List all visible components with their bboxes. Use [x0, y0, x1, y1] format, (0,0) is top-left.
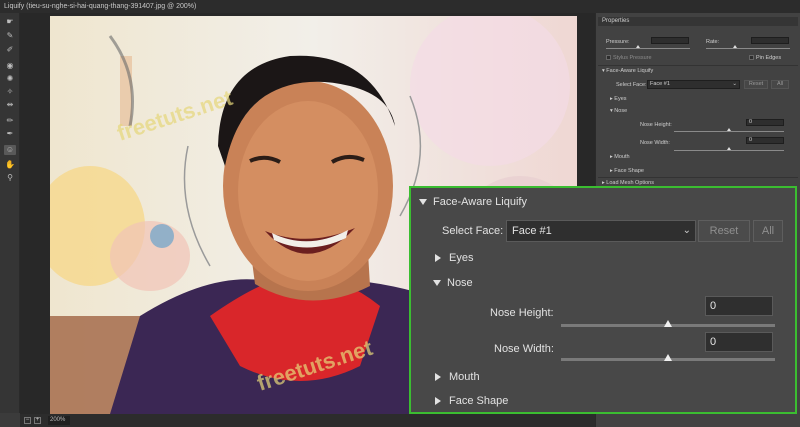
mouth-label: Mouth	[614, 154, 630, 160]
eyes-label: Eyes	[449, 252, 474, 264]
zoom-tool-icon[interactable]: ⚲	[4, 173, 16, 183]
twirl-tool-icon[interactable]: ◉	[4, 61, 16, 71]
nose-height-slider[interactable]	[674, 131, 784, 132]
mouth-section-header-zoom[interactable]: Mouth	[435, 371, 480, 383]
hand-tool-icon[interactable]: ✋	[4, 160, 16, 170]
zoom-level-field[interactable]: 200%	[48, 416, 70, 425]
nose-width-field[interactable]: 0	[746, 137, 784, 144]
face-shape-section-header[interactable]: ▸ Face Shape	[610, 168, 644, 174]
nose-section-header-zoom[interactable]: Nose	[433, 277, 473, 289]
pressure-field[interactable]	[651, 37, 689, 44]
nose-width-field-zoom[interactable]: 0	[705, 332, 773, 352]
select-face-label: Select Face:	[442, 225, 504, 237]
eyes-section-header-zoom[interactable]: Eyes	[435, 252, 473, 264]
eyes-section-header[interactable]: ▸ Eyes	[610, 96, 627, 102]
pucker-tool-icon[interactable]: ✺	[4, 74, 16, 84]
face-shape-label: Face Shape	[449, 395, 509, 407]
select-face-value: Face #1	[512, 225, 552, 237]
bloat-tool-icon[interactable]: ✧	[4, 87, 16, 97]
face-tool-icon[interactable]: ☺	[4, 145, 16, 155]
nose-width-label: Nose Width:	[640, 140, 670, 146]
properties-title: Properties	[598, 17, 798, 26]
nose-height-label: Nose Height:	[490, 307, 554, 319]
push-left-tool-icon[interactable]: ⇹	[4, 100, 16, 110]
select-face-label: Select Face:	[616, 82, 647, 88]
mouth-section-header[interactable]: ▸ Mouth	[610, 154, 630, 160]
all-button-zoom[interactable]: All	[753, 220, 783, 242]
all-button[interactable]: All	[771, 80, 789, 89]
pressure-label: Pressure:	[606, 39, 630, 45]
nose-section-header[interactable]: ▾ Nose	[610, 108, 627, 114]
pin-edges-label: Pin Edges	[756, 55, 782, 61]
chevron-down-icon: ⌄	[682, 225, 691, 236]
forward-warp-tool-icon[interactable]: ☛	[4, 17, 16, 27]
stylus-pressure-label: Stylus Pressure	[613, 55, 652, 61]
select-face-value: Face #1	[650, 81, 670, 87]
face-aware-label: Face-Aware Liquify	[433, 196, 527, 208]
eyes-label: Eyes	[614, 96, 627, 102]
collapse-triangle-icon	[433, 280, 441, 287]
face-aware-section-header[interactable]: ▾ Face-Aware Liquify	[602, 68, 653, 74]
pressure-slider-thumb[interactable]	[636, 45, 640, 48]
zoom-out-button[interactable]: −	[24, 417, 31, 424]
nose-width-slider-thumb-zoom[interactable]	[664, 354, 672, 361]
face-shape-label: Face Shape	[614, 168, 644, 174]
reset-button-zoom[interactable]: Reset	[698, 220, 750, 242]
nose-height-field-zoom[interactable]: 0	[705, 296, 773, 316]
rate-label: Rate:	[706, 39, 720, 45]
nose-width-label: Nose Width:	[494, 343, 554, 355]
reset-button[interactable]: Reset	[744, 80, 768, 89]
nose-height-field[interactable]: 0	[746, 119, 784, 126]
window-title: Liquify (tieu-su-nghe-si-hai-quang-thang…	[0, 0, 800, 13]
select-face-dropdown-zoom[interactable]: Face #1 ⌄	[506, 220, 696, 242]
pressure-slider[interactable]	[606, 48, 690, 49]
stylus-pressure-checkbox[interactable]: Stylus Pressure	[606, 55, 652, 61]
rate-slider[interactable]	[706, 48, 790, 49]
reconstruct-tool-icon[interactable]: ✎	[4, 31, 16, 41]
freeze-mask-tool-icon[interactable]: ✏	[4, 116, 16, 126]
nose-label: Nose	[447, 277, 473, 289]
nose-width-slider[interactable]	[674, 150, 784, 151]
status-bar: − + 200%	[20, 414, 595, 427]
mouth-label: Mouth	[449, 371, 480, 383]
expand-triangle-icon	[435, 373, 441, 382]
face-shape-section-header-zoom[interactable]: Face Shape	[435, 395, 508, 407]
face-aware-label: Face-Aware Liquify	[606, 68, 654, 74]
nose-height-slider-thumb-zoom[interactable]	[664, 320, 672, 327]
pin-edges-checkbox[interactable]: Pin Edges	[749, 55, 781, 61]
rate-slider-thumb[interactable]	[733, 45, 737, 48]
nose-width-slider-thumb[interactable]	[727, 147, 731, 150]
chevron-down-icon: ⌄	[732, 81, 737, 87]
expand-triangle-icon	[435, 254, 441, 263]
face-aware-section-header-zoom[interactable]: Face-Aware Liquify	[419, 196, 527, 208]
select-face-dropdown[interactable]: Face #1 ⌄	[647, 80, 740, 89]
nose-height-slider-thumb[interactable]	[727, 128, 731, 131]
collapse-triangle-icon	[419, 199, 427, 206]
thaw-mask-tool-icon[interactable]: ✒	[4, 129, 16, 139]
face-aware-zoom-callout: Face-Aware Liquify Select Face: Face #1 ⌄…	[409, 186, 797, 414]
nose-label: Nose	[614, 108, 628, 114]
smooth-tool-icon[interactable]: ✐	[4, 45, 16, 55]
zoom-in-button[interactable]: +	[34, 417, 41, 424]
rate-field[interactable]	[751, 37, 789, 44]
expand-triangle-icon	[435, 397, 441, 406]
nose-height-label: Nose Height:	[640, 122, 672, 128]
tool-strip: ☛ ✎ ✐ ◉ ✺ ✧ ⇹ ✏ ✒ ☺ ✋ ⚲	[0, 13, 20, 413]
